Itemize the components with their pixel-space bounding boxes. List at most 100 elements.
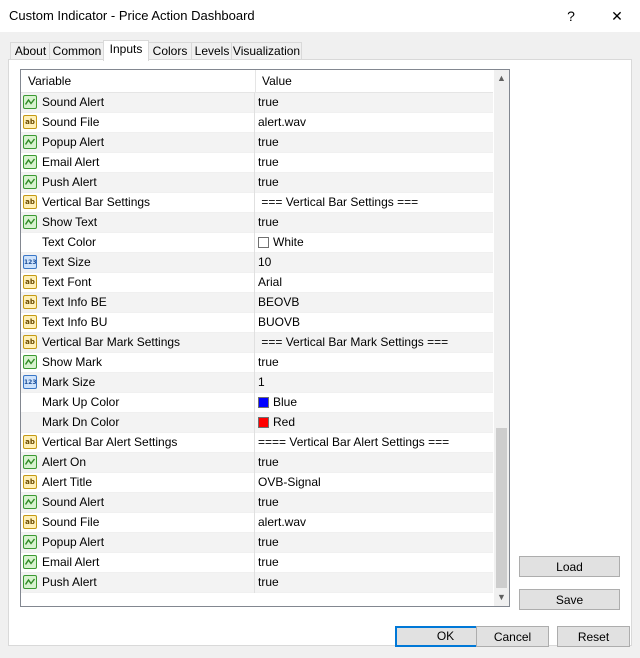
help-button[interactable]: ? xyxy=(548,0,594,32)
tab-levels[interactable]: Levels xyxy=(191,42,233,60)
table-row[interactable]: Email Alert true xyxy=(21,553,493,573)
value-cell[interactable]: true xyxy=(255,133,493,153)
tab-inputs[interactable]: Inputs xyxy=(103,40,149,61)
value-cell[interactable]: alert.wav xyxy=(255,513,493,533)
tab-visualization[interactable]: Visualization xyxy=(231,42,302,60)
close-button[interactable]: ✕ xyxy=(594,0,640,32)
value-cell[interactable]: === Vertical Bar Mark Settings === xyxy=(255,333,493,353)
table-row[interactable]: Popup Alert true xyxy=(21,533,493,553)
value-cell[interactable]: true xyxy=(255,93,493,113)
save-button[interactable]: Save xyxy=(519,589,620,610)
variable-cell[interactable]: Push Alert xyxy=(21,573,255,593)
variable-cell[interactable]: ab Text Font xyxy=(21,273,255,293)
value-cell[interactable]: 1 xyxy=(255,373,493,393)
variable-cell[interactable]: Email Alert xyxy=(21,553,255,573)
scroll-thumb[interactable] xyxy=(496,428,507,588)
table-row[interactable]: 123 Text Size 10 xyxy=(21,253,493,273)
variable-cell[interactable]: 123 Mark Size xyxy=(21,373,255,393)
reset-button[interactable]: Reset xyxy=(557,626,630,647)
value-cell[interactable]: === Vertical Bar Settings === xyxy=(255,193,493,213)
table-row[interactable]: Sound Alert true xyxy=(21,93,493,113)
grid-rows: Sound Alert true ab Sound File alert.wav Popu… xyxy=(21,93,493,593)
tab-about[interactable]: About xyxy=(10,42,51,60)
vertical-scrollbar[interactable]: ▲ ▼ xyxy=(494,70,509,606)
table-row[interactable]: ab Text Info BE BEOVB xyxy=(21,293,493,313)
cancel-button[interactable]: Cancel xyxy=(476,626,549,647)
variable-cell[interactable]: ab Vertical Bar Mark Settings xyxy=(21,333,255,353)
table-row[interactable]: Push Alert true xyxy=(21,173,493,193)
value-cell[interactable]: BEOVB xyxy=(255,293,493,313)
value-cell[interactable]: true xyxy=(255,153,493,173)
value-cell[interactable]: true xyxy=(255,553,493,573)
color-swatch[interactable] xyxy=(258,417,269,428)
color-swatch[interactable] xyxy=(258,397,269,408)
variable-cell[interactable]: Email Alert xyxy=(21,153,255,173)
value-cell[interactable]: true xyxy=(255,353,493,373)
value-cell[interactable]: OVB-Signal xyxy=(255,473,493,493)
scroll-down-arrow-icon[interactable]: ▼ xyxy=(494,589,509,606)
variable-cell[interactable]: Sound Alert xyxy=(21,493,255,513)
value-cell[interactable]: BUOVB xyxy=(255,313,493,333)
variable-cell[interactable]: Popup Alert xyxy=(21,133,255,153)
table-row[interactable]: ab Vertical Bar Alert Settings ==== Vertic… xyxy=(21,433,493,453)
value-cell[interactable]: Arial xyxy=(255,273,493,293)
table-row[interactable]: Show Mark true xyxy=(21,353,493,373)
table-row[interactable]: ab Sound File alert.wav xyxy=(21,513,493,533)
table-row[interactable]: Push Alert true xyxy=(21,573,493,593)
variable-cell[interactable]: 123 Text Size xyxy=(21,253,255,273)
value-cell[interactable]: true xyxy=(255,213,493,233)
variable-cell[interactable]: Show Text xyxy=(21,213,255,233)
load-button[interactable]: Load xyxy=(519,556,620,577)
value-cell[interactable]: Blue xyxy=(255,393,493,413)
table-row[interactable]: ab Vertical Bar Settings === Vertical Bar… xyxy=(21,193,493,213)
table-row[interactable]: Popup Alert true xyxy=(21,133,493,153)
variable-cell[interactable]: ab Sound File xyxy=(21,113,255,133)
table-row[interactable]: Sound Alert true xyxy=(21,493,493,513)
table-row[interactable]: 123 Mark Size 1 xyxy=(21,373,493,393)
variable-cell[interactable]: Push Alert xyxy=(21,173,255,193)
tab-colors[interactable]: Colors xyxy=(147,42,193,60)
table-row[interactable]: Show Text true xyxy=(21,213,493,233)
table-row[interactable]: ab Text Font Arial xyxy=(21,273,493,293)
table-row[interactable]: ab Vertical Bar Mark Settings === Vertica… xyxy=(21,333,493,353)
table-row[interactable]: Email Alert true xyxy=(21,153,493,173)
value-cell[interactable]: true xyxy=(255,453,493,473)
value-cell[interactable]: alert.wav xyxy=(255,113,493,133)
table-row[interactable]: Text Color White xyxy=(21,233,493,253)
table-row[interactable]: ab Sound File alert.wav xyxy=(21,113,493,133)
variable-cell[interactable]: Show Mark xyxy=(21,353,255,373)
value-cell[interactable]: ==== Vertical Bar Alert Settings === xyxy=(255,433,493,453)
variable-cell[interactable]: Popup Alert xyxy=(21,533,255,553)
value-cell[interactable]: Red xyxy=(255,413,493,433)
variable-cell[interactable]: ab Vertical Bar Settings xyxy=(21,193,255,213)
header-variable[interactable]: Variable xyxy=(21,70,254,92)
variable-cell[interactable]: Mark Dn Color xyxy=(21,413,255,433)
value-cell[interactable]: 10 xyxy=(255,253,493,273)
table-row[interactable]: Mark Dn Color Red xyxy=(21,413,493,433)
variable-cell[interactable]: ab Text Info BE xyxy=(21,293,255,313)
value-cell[interactable]: true xyxy=(255,533,493,553)
table-row[interactable]: Mark Up Color Blue xyxy=(21,393,493,413)
value-cell[interactable]: true xyxy=(255,573,493,593)
value-cell[interactable]: true xyxy=(255,493,493,513)
variable-name: Sound File xyxy=(42,515,100,529)
table-row[interactable]: ab Alert Title OVB-Signal xyxy=(21,473,493,493)
boolean-icon xyxy=(23,555,37,569)
scroll-up-arrow-icon[interactable]: ▲ xyxy=(494,70,509,87)
variable-cell[interactable]: ab Alert Title xyxy=(21,473,255,493)
close-icon: ✕ xyxy=(611,8,623,24)
variable-cell[interactable]: Mark Up Color xyxy=(21,393,255,413)
value-cell[interactable]: White xyxy=(255,233,493,253)
value-cell[interactable]: true xyxy=(255,173,493,193)
header-value[interactable]: Value xyxy=(255,70,492,92)
variable-cell[interactable]: Alert On xyxy=(21,453,255,473)
table-row[interactable]: Alert On true xyxy=(21,453,493,473)
color-swatch[interactable] xyxy=(258,237,269,248)
variable-cell[interactable]: Text Color xyxy=(21,233,255,253)
variable-cell[interactable]: ab Sound File xyxy=(21,513,255,533)
variable-cell[interactable]: ab Text Info BU xyxy=(21,313,255,333)
tab-common[interactable]: Common xyxy=(49,42,105,60)
variable-cell[interactable]: ab Vertical Bar Alert Settings xyxy=(21,433,255,453)
table-row[interactable]: ab Text Info BU BUOVB xyxy=(21,313,493,333)
variable-cell[interactable]: Sound Alert xyxy=(21,93,255,113)
